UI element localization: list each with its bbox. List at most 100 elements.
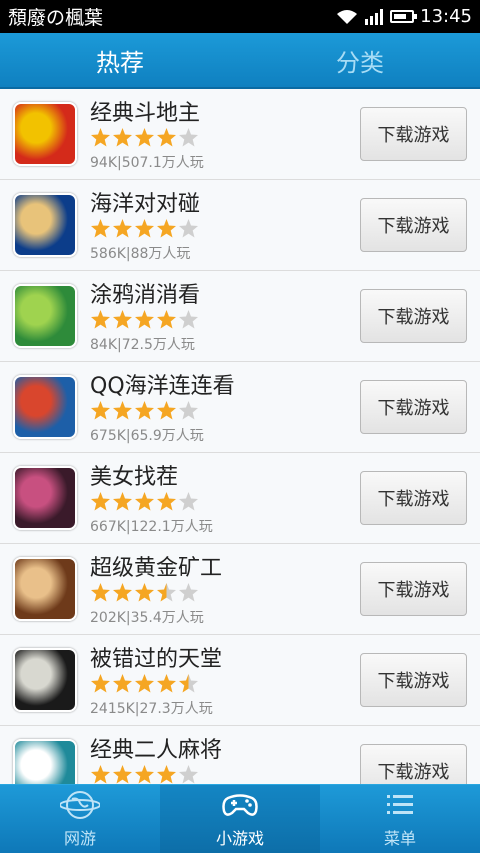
star-icon <box>113 765 132 784</box>
star-icon <box>179 401 198 420</box>
star-icon <box>179 492 198 511</box>
gamepad-icon <box>222 794 258 816</box>
game-list[interactable]: 经典斗地主 94K|507.1万人玩 下载游戏 海洋对对碰 586K|88万人玩 下载游戏… <box>0 89 480 784</box>
game-row[interactable]: 经典二人麻将 下载游戏 <box>0 726 480 784</box>
game-stats: 202K|35.4万人玩 <box>90 610 204 626</box>
star-icon <box>157 583 176 602</box>
star-icon <box>91 674 110 693</box>
game-stats: 586K|88万人玩 <box>90 246 191 262</box>
download-game-button[interactable]: 下载游戏 <box>360 198 467 252</box>
star-icon <box>179 583 198 602</box>
star-icon <box>179 765 198 784</box>
rating-stars <box>90 400 199 422</box>
star-icon <box>157 674 176 693</box>
game-stats: 94K|507.1万人玩 <box>90 155 204 171</box>
nav-menu[interactable]: 菜单 <box>320 785 480 853</box>
menu-icon <box>387 795 413 814</box>
game-name: 美女找茬 <box>90 465 179 490</box>
nav-label: 小游戏 <box>215 829 264 848</box>
game-row[interactable]: 被错过的天堂 2415K|27.3万人玩 下载游戏 <box>0 635 480 726</box>
star-icon <box>91 401 110 420</box>
game-name: 海洋对对碰 <box>90 192 201 217</box>
star-icon <box>135 765 154 784</box>
download-game-button[interactable]: 下载游戏 <box>360 653 467 707</box>
bottom-nav: 网游 小游戏 菜单 <box>0 784 480 853</box>
star-icon <box>113 310 132 329</box>
star-icon <box>91 583 110 602</box>
star-icon <box>113 583 132 602</box>
star-icon <box>91 765 110 784</box>
game-row[interactable]: 超级黄金矿工 202K|35.4万人玩 下载游戏 <box>0 544 480 635</box>
game-row[interactable]: 涂鸦消消看 84K|72.5万人玩 下载游戏 <box>0 271 480 362</box>
rating-stars <box>90 309 199 331</box>
star-icon <box>157 310 176 329</box>
tab-categories[interactable]: 分类 <box>240 33 480 87</box>
game-row[interactable]: 美女找茬 667K|122.1万人玩 下载游戏 <box>0 453 480 544</box>
star-icon <box>157 401 176 420</box>
status-title: 頹廢の楓葉 <box>8 7 104 29</box>
download-game-button[interactable]: 下载游戏 <box>360 744 467 784</box>
rating-stars <box>90 218 199 240</box>
gold-miner-icon[interactable] <box>13 557 77 621</box>
star-icon <box>135 583 154 602</box>
star-icon <box>179 128 198 147</box>
nav-label: 网游 <box>63 829 96 848</box>
game-row[interactable]: 经典斗地主 94K|507.1万人玩 下载游戏 <box>0 89 480 180</box>
game-row[interactable]: QQ海洋连连看 675K|65.9万人玩 下载游戏 <box>0 362 480 453</box>
battery-icon <box>390 10 418 23</box>
star-icon <box>135 401 154 420</box>
game-name: 被错过的天堂 <box>90 647 223 672</box>
star-icon <box>113 401 132 420</box>
download-game-button[interactable]: 下载游戏 <box>360 107 467 161</box>
rating-stars <box>90 764 199 784</box>
star-icon <box>135 492 154 511</box>
penguin-icon[interactable] <box>13 375 77 439</box>
game-name: QQ海洋连连看 <box>90 374 235 399</box>
nav-online-games[interactable]: 网游 <box>0 785 160 853</box>
game-name: 超级黄金矿工 <box>90 556 223 581</box>
rating-stars <box>90 491 199 513</box>
download-game-button[interactable]: 下载游戏 <box>360 562 467 616</box>
star-icon <box>113 219 132 238</box>
download-game-button[interactable]: 下载游戏 <box>360 471 467 525</box>
game-name: 经典二人麻将 <box>90 738 223 763</box>
star-icon <box>179 219 198 238</box>
ocean-match-icon[interactable] <box>13 193 77 257</box>
star-icon <box>179 310 198 329</box>
download-game-button[interactable]: 下载游戏 <box>360 289 467 343</box>
star-icon <box>91 219 110 238</box>
rating-stars <box>90 582 199 604</box>
star-icon <box>113 492 132 511</box>
doudizhu-icon[interactable] <box>13 102 77 166</box>
tab-recommended[interactable]: 热荐 <box>0 33 240 87</box>
download-game-button[interactable]: 下载游戏 <box>360 380 467 434</box>
status-time: 13:45 <box>420 6 472 27</box>
game-stats: 667K|122.1万人玩 <box>90 519 213 535</box>
star-icon <box>157 219 176 238</box>
game-row[interactable]: 海洋对对碰 586K|88万人玩 下载游戏 <box>0 180 480 271</box>
doodle-icon[interactable] <box>13 284 77 348</box>
star-icon <box>157 765 176 784</box>
nav-label: 菜单 <box>383 829 416 848</box>
mahjong-icon[interactable] <box>13 739 77 784</box>
game-stats: 84K|72.5万人玩 <box>90 337 195 353</box>
beauty-icon[interactable] <box>13 466 77 530</box>
game-stats: 675K|65.9万人玩 <box>90 428 204 444</box>
rating-stars <box>90 673 199 695</box>
star-icon <box>157 128 176 147</box>
signal-icon <box>365 8 384 25</box>
star-icon <box>135 219 154 238</box>
star-icon <box>135 310 154 329</box>
star-icon <box>179 674 198 693</box>
game-name: 经典斗地主 <box>90 101 201 126</box>
star-icon <box>113 674 132 693</box>
status-bar: 頹廢の楓葉 13:45 <box>0 0 480 33</box>
star-icon <box>113 128 132 147</box>
star-icon <box>135 674 154 693</box>
heaven-icon[interactable] <box>13 648 77 712</box>
top-tabs: 热荐 分类 <box>0 33 480 89</box>
game-name: 涂鸦消消看 <box>90 283 201 308</box>
status-icons: 13:45 <box>336 6 472 27</box>
nav-mini-games[interactable]: 小游戏 <box>160 785 320 853</box>
star-icon <box>135 128 154 147</box>
